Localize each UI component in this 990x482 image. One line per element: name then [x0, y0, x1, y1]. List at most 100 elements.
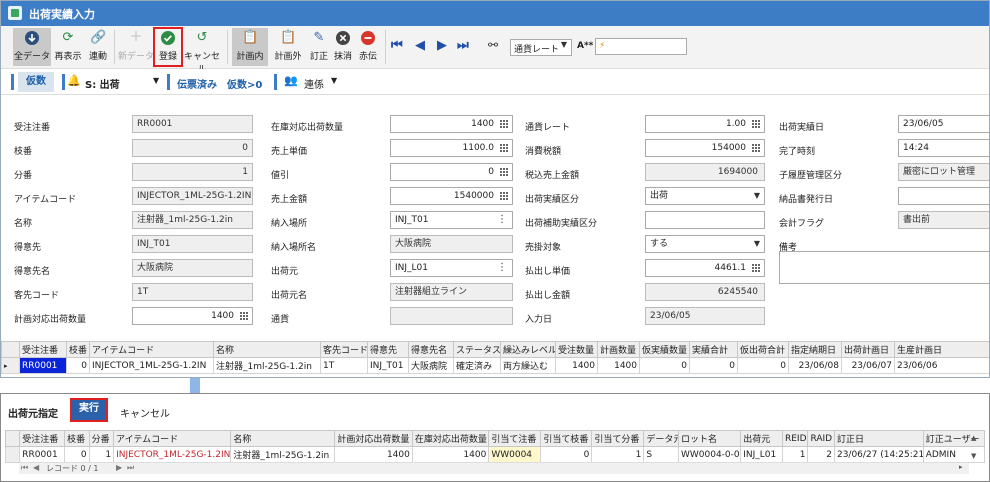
- more-icon[interactable]: ⋮: [497, 260, 507, 276]
- column-header[interactable]: 引当て枝番: [540, 430, 593, 447]
- column-header[interactable]: 得意先: [367, 341, 409, 358]
- discount-field[interactable]: 0: [390, 163, 513, 181]
- scroll-down-icon[interactable]: ▼: [971, 452, 976, 460]
- branch-no-field[interactable]: 0: [132, 139, 253, 157]
- more-icon[interactable]: ⋮: [497, 212, 507, 228]
- table-cell[interactable]: 両方繰込む: [500, 357, 556, 374]
- column-header[interactable]: 出荷計画日: [841, 341, 895, 358]
- table-cell[interactable]: 0: [737, 357, 789, 374]
- table-cell[interactable]: 0: [64, 446, 90, 463]
- column-header[interactable]: 名称: [230, 430, 336, 447]
- client-code-field[interactable]: 1T: [132, 283, 253, 301]
- column-header[interactable]: 受注注番: [19, 341, 67, 358]
- related-label[interactable]: 連係: [304, 76, 324, 91]
- customer-field[interactable]: INJ_T01: [132, 235, 253, 253]
- name-field[interactable]: 注射器_1ml-25G-1.2in: [132, 211, 253, 229]
- ship-result-date-field[interactable]: 23/06/05: [898, 115, 989, 133]
- first-page-icon[interactable]: ⏮: [21, 463, 28, 473]
- new-data-button[interactable]: ＋ 新データ: [118, 28, 154, 66]
- plan-ship-qty-field[interactable]: 1400: [132, 307, 253, 325]
- column-header[interactable]: 仮実績数量: [639, 341, 690, 358]
- column-header[interactable]: アイテムコード: [89, 341, 214, 358]
- ship-result-type-select[interactable]: 出荷 ▼: [645, 187, 765, 205]
- table-cell[interactable]: RR0001: [19, 446, 66, 463]
- table-cell[interactable]: 0: [540, 446, 593, 463]
- column-header[interactable]: ロット名: [677, 430, 742, 447]
- table-cell[interactable]: WW0004: [488, 446, 542, 463]
- column-header[interactable]: データ元: [643, 430, 679, 447]
- remarks-textarea[interactable]: [779, 251, 989, 284]
- scroll-right-icon[interactable]: ▸: [959, 463, 963, 471]
- table-cell[interactable]: RR0001: [19, 357, 67, 374]
- column-header[interactable]: 計画対応出荷数量: [334, 430, 413, 447]
- prev-record-icon[interactable]: ◀: [415, 38, 425, 53]
- next-page-icon[interactable]: ▶: [116, 463, 122, 472]
- column-header[interactable]: 出荷元: [740, 430, 783, 447]
- accounting-flag-field[interactable]: 書出前: [898, 211, 989, 229]
- table-cell[interactable]: 1400: [411, 446, 490, 463]
- table-cell[interactable]: INJ_L01: [740, 446, 783, 463]
- plan-out-button[interactable]: 📋 計画外: [270, 28, 306, 66]
- link-button[interactable]: 🔗 連動: [85, 28, 111, 66]
- currency-rate-field[interactable]: 1.00: [645, 115, 765, 133]
- table-cell[interactable]: INJ_T01: [367, 357, 409, 374]
- binoculars-icon[interactable]: ⚯: [488, 38, 498, 52]
- column-header[interactable]: 引当て注番: [488, 430, 542, 447]
- consumption-tax-field[interactable]: 154000: [645, 139, 765, 157]
- table-cell[interactable]: 23/06/08: [788, 357, 842, 374]
- column-header[interactable]: 在庫対応出荷数量: [411, 430, 490, 447]
- table-cell[interactable]: 0: [66, 357, 90, 374]
- issue-amount-field[interactable]: 6245540: [645, 283, 765, 301]
- column-header[interactable]: 訂正日: [833, 430, 924, 447]
- table-cell[interactable]: 0: [689, 357, 738, 374]
- column-header[interactable]: 客先コード: [320, 341, 368, 358]
- column-header[interactable]: 生産計画日: [894, 341, 989, 358]
- unit-price-field[interactable]: 1100.0: [390, 139, 513, 157]
- child-history-type-field[interactable]: 厳密にロット管理: [898, 163, 989, 181]
- column-header[interactable]: ステータス: [453, 341, 501, 358]
- execute-button[interactable]: 実行: [70, 398, 108, 422]
- register-button[interactable]: 登録: [153, 27, 183, 67]
- calculator-icon[interactable]: [240, 312, 249, 320]
- table-cell[interactable]: 大阪病院: [408, 357, 454, 374]
- column-header[interactable]: 分番: [88, 430, 115, 447]
- sub-no-field[interactable]: 1: [132, 163, 253, 181]
- column-header[interactable]: 繰込みレベル: [500, 341, 556, 358]
- table-cell[interactable]: 23/06/07: [841, 357, 895, 374]
- table-cell[interactable]: INJECTOR_1ML-25G-1.2IN: [113, 446, 232, 463]
- table-cell[interactable]: S: [643, 446, 679, 463]
- column-header[interactable]: 受注注番: [19, 430, 66, 447]
- stock-ship-qty-field[interactable]: 1400: [390, 115, 513, 133]
- calculator-icon[interactable]: [500, 168, 509, 176]
- slip-status-label[interactable]: 伝票済み: [177, 76, 217, 91]
- red-slip-button[interactable]: 赤伝: [356, 28, 380, 66]
- column-header[interactable]: 計画数量: [597, 341, 640, 358]
- table-cell[interactable]: 0: [639, 357, 690, 374]
- table-cell[interactable]: 確定済み: [453, 357, 501, 374]
- column-header[interactable]: 枝番: [64, 430, 90, 447]
- kari-count-label[interactable]: 仮数>0: [227, 76, 262, 91]
- column-header[interactable]: RAID: [807, 430, 835, 447]
- erase-button[interactable]: 抹消: [331, 28, 355, 66]
- calculator-icon[interactable]: [752, 264, 761, 272]
- plan-in-button[interactable]: 📋 計画内: [232, 28, 268, 66]
- calculator-icon[interactable]: [500, 192, 509, 200]
- receivable-target-select[interactable]: する ▼: [645, 235, 765, 253]
- order-no-field[interactable]: RR0001: [132, 115, 253, 133]
- tax-incl-sales-field[interactable]: 1694000: [645, 163, 765, 181]
- column-header[interactable]: 引当て分番: [591, 430, 645, 447]
- calculator-icon[interactable]: [500, 144, 509, 152]
- calculator-icon[interactable]: [752, 144, 761, 152]
- last-record-icon[interactable]: ⏭: [457, 38, 469, 53]
- table-cell[interactable]: 注射器_1ml-25G-1.2in: [230, 446, 336, 463]
- currency-rate-select[interactable]: 通貨レート ▼: [510, 39, 572, 56]
- table-cell[interactable]: INJECTOR_1ML-25G-1.2IN: [89, 357, 214, 374]
- table-cell[interactable]: 1: [88, 446, 115, 463]
- column-header[interactable]: 得意先名: [408, 341, 454, 358]
- table-cell[interactable]: 23/06/27 (14:25:21): [833, 446, 924, 463]
- calculator-icon[interactable]: [500, 120, 509, 128]
- table-cell[interactable]: 1400: [555, 357, 598, 374]
- prev-page-icon[interactable]: ◀: [33, 463, 39, 472]
- table-row[interactable]: RR0001 0 1 INJECTOR_1ML-25G-1.2IN 注射器_1m…: [4, 446, 986, 463]
- table-cell[interactable]: WW0004-0-0: [677, 446, 742, 463]
